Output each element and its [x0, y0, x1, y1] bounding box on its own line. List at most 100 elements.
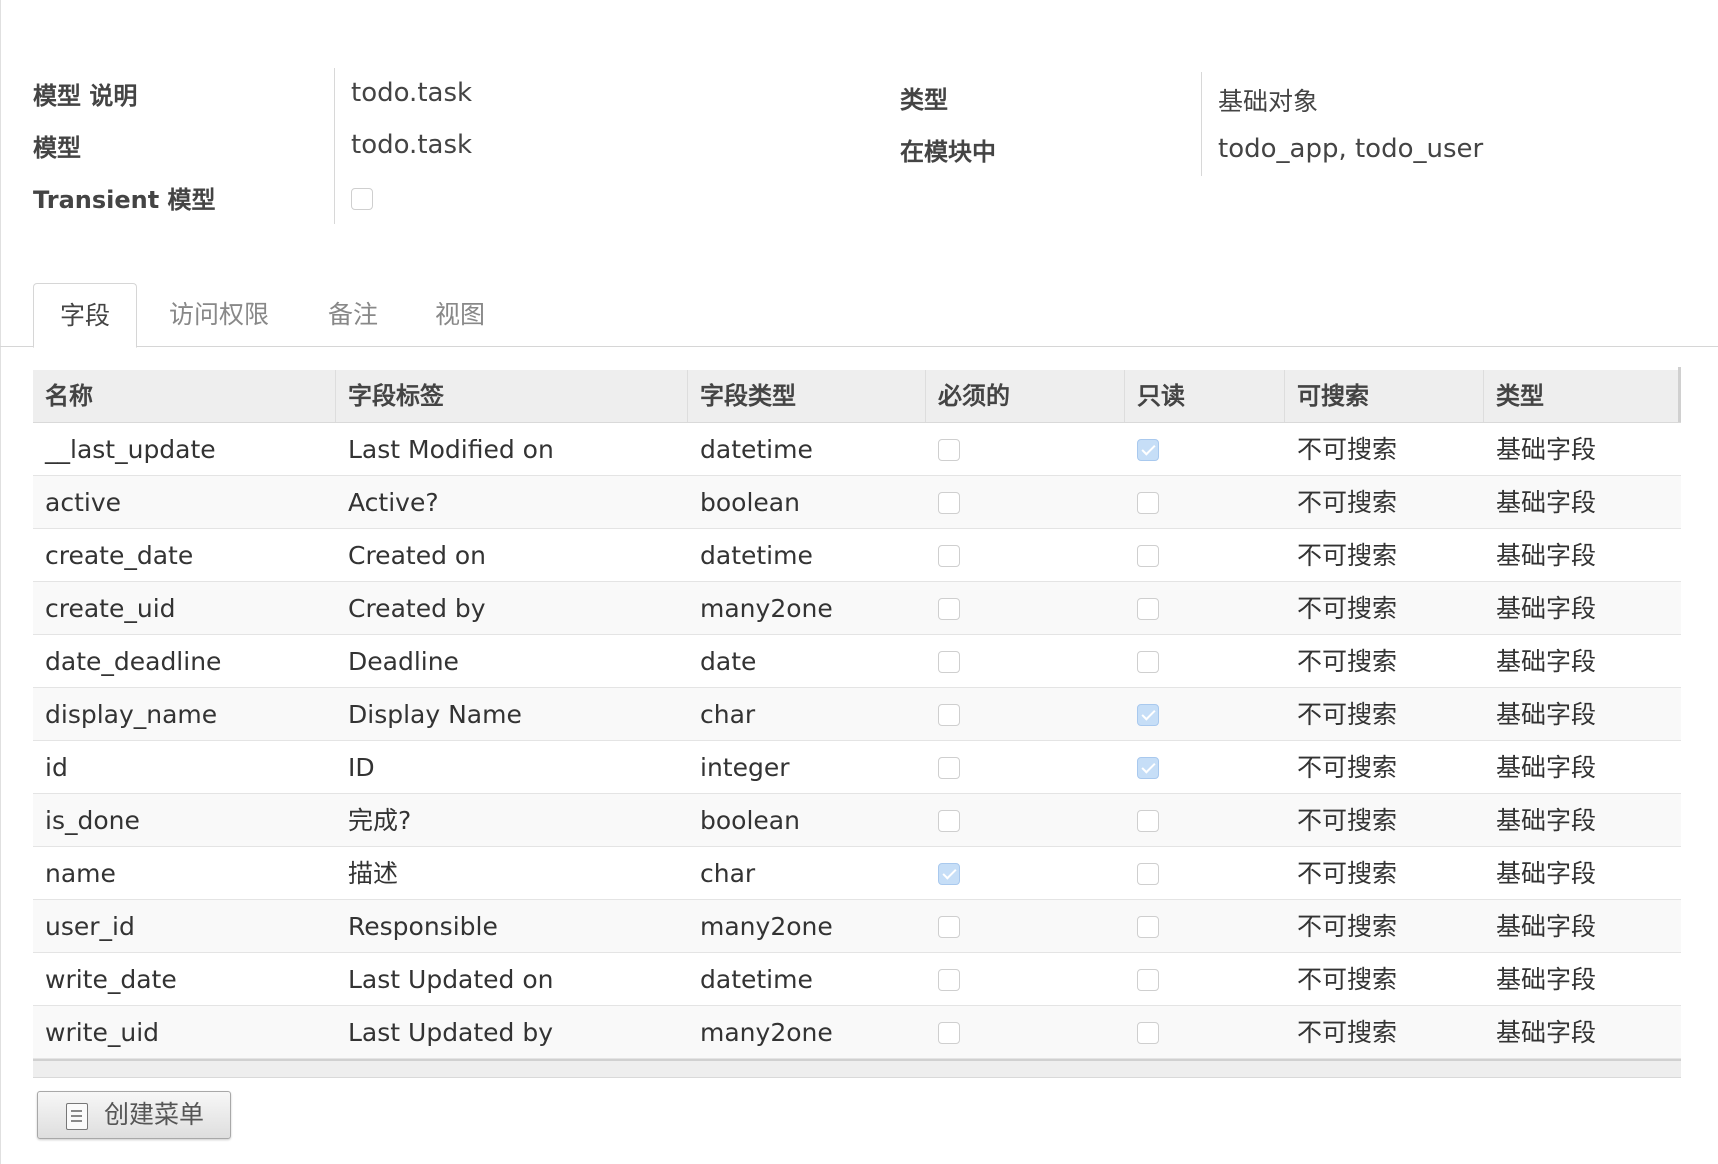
readonly-checkbox[interactable]: [1137, 491, 1159, 514]
cell-label: 描述: [348, 859, 399, 888]
required-checkbox[interactable]: [938, 915, 960, 938]
cell-field-type: integer: [700, 753, 790, 782]
type-label: 类型: [900, 86, 948, 114]
readonly-cell: [1125, 953, 1159, 1006]
cell-label: Last Modified on: [348, 435, 554, 464]
required-checkbox[interactable]: [938, 650, 960, 673]
column-header-name[interactable]: 名称: [33, 370, 335, 422]
cell-searchable: 不可搜索: [1297, 647, 1398, 676]
required-checkbox[interactable]: [938, 544, 960, 567]
cell-searchable: 不可搜索: [1297, 806, 1398, 835]
required-checkbox[interactable]: [938, 703, 960, 726]
required-cell: [926, 900, 960, 953]
tab-fields[interactable]: 字段: [33, 283, 137, 348]
table-row[interactable]: id ID integer 不可搜索 基础字段: [33, 741, 1681, 794]
required-cell: [926, 423, 960, 476]
readonly-checkbox[interactable]: [1137, 544, 1159, 567]
required-checkbox[interactable]: [938, 756, 960, 779]
transient-checkbox[interactable]: [351, 188, 373, 210]
column-header-readonly[interactable]: 只读: [1125, 370, 1284, 422]
table-row[interactable]: create_uid Created by many2one 不可搜索 基础字段: [33, 582, 1681, 635]
cell-kind: 基础字段: [1496, 435, 1597, 464]
readonly-checkbox[interactable]: [1137, 650, 1159, 673]
cell-kind: 基础字段: [1496, 1018, 1597, 1047]
table-body: __last_update Last Modified on datetime 不可搜…: [33, 423, 1681, 1059]
required-cell: [926, 582, 960, 635]
cell-label: ID: [348, 753, 375, 782]
required-checkbox[interactable]: [938, 491, 960, 514]
table-row[interactable]: is_done 完成? boolean 不可搜索 基础字段: [33, 794, 1681, 847]
cell-label: Last Updated by: [348, 1018, 554, 1047]
transient-checkbox-wrap: [351, 188, 373, 210]
header-divider-left: [334, 68, 335, 224]
column-header-kind[interactable]: 类型: [1484, 370, 1681, 422]
table-row[interactable]: write_uid Last Updated by many2one 不可搜索 基础字段: [33, 1006, 1681, 1059]
readonly-checkbox[interactable]: [1137, 968, 1159, 991]
cell-kind: 基础字段: [1496, 806, 1597, 835]
cell-label: Responsible: [348, 912, 498, 941]
column-header-label[interactable]: 字段标签: [336, 370, 687, 422]
required-checkbox[interactable]: [938, 968, 960, 991]
readonly-checkbox[interactable]: [1137, 703, 1159, 726]
column-header-field-type[interactable]: 字段类型: [688, 370, 925, 422]
required-checkbox[interactable]: [938, 438, 960, 461]
readonly-checkbox[interactable]: [1137, 915, 1159, 938]
tab-notes[interactable]: 备注: [315, 283, 391, 347]
readonly-checkbox[interactable]: [1137, 597, 1159, 620]
readonly-checkbox[interactable]: [1137, 1021, 1159, 1044]
cell-kind: 基础字段: [1496, 965, 1597, 994]
column-header-searchable[interactable]: 可搜索: [1285, 370, 1483, 422]
cell-searchable: 不可搜索: [1297, 488, 1398, 517]
cell-name: date_deadline: [45, 647, 222, 676]
in-modules-label: 在模块中: [900, 138, 996, 166]
required-cell: [926, 1006, 960, 1059]
fields-table: 名称 字段标签 字段类型 必须的 只读 可搜索 类型 __last_update…: [33, 367, 1681, 1078]
required-checkbox[interactable]: [938, 1021, 960, 1044]
required-cell: [926, 794, 960, 847]
readonly-cell: [1125, 476, 1159, 529]
cell-label: Created on: [348, 541, 487, 570]
cell-name: active: [45, 488, 121, 517]
create-menu-button[interactable]: 创建菜单: [37, 1091, 231, 1139]
transient-label: Transient 模型: [33, 186, 216, 214]
required-checkbox[interactable]: [938, 597, 960, 620]
cell-name: __last_update: [45, 435, 216, 464]
column-header-required[interactable]: 必须的: [926, 370, 1124, 422]
readonly-cell: [1125, 423, 1159, 476]
cell-field-type: datetime: [700, 965, 813, 994]
readonly-checkbox[interactable]: [1137, 862, 1159, 885]
table-row[interactable]: display_name Display Name char 不可搜索 基础字段: [33, 688, 1681, 741]
tab-access-rights[interactable]: 访问权限: [157, 283, 281, 347]
table-row[interactable]: create_date Created on datetime 不可搜索 基础字段: [33, 529, 1681, 582]
cell-searchable: 不可搜索: [1297, 965, 1398, 994]
cell-label: Created by: [348, 594, 486, 623]
readonly-checkbox[interactable]: [1137, 438, 1159, 461]
cell-kind: 基础字段: [1496, 700, 1597, 729]
readonly-checkbox[interactable]: [1137, 809, 1159, 832]
required-cell: [926, 529, 960, 582]
table-row[interactable]: write_date Last Updated on datetime 不可搜索 基础字…: [33, 953, 1681, 1006]
cell-field-type: char: [700, 859, 756, 888]
cell-label: Display Name: [348, 700, 522, 729]
required-cell: [926, 688, 960, 741]
cell-name: write_date: [45, 965, 177, 994]
table-row[interactable]: name 描述 char 不可搜索 基础字段: [33, 847, 1681, 900]
readonly-cell: [1125, 794, 1159, 847]
cell-searchable: 不可搜索: [1297, 912, 1398, 941]
cell-label: Last Updated on: [348, 965, 554, 994]
table-row[interactable]: active Active? boolean 不可搜索 基础字段: [33, 476, 1681, 529]
required-checkbox[interactable]: [938, 809, 960, 832]
readonly-cell: [1125, 688, 1159, 741]
cell-field-type: many2one: [700, 594, 833, 623]
readonly-cell: [1125, 529, 1159, 582]
cell-field-type: many2one: [700, 1018, 833, 1047]
cell-searchable: 不可搜索: [1297, 700, 1398, 729]
table-row[interactable]: user_id Responsible many2one 不可搜索 基础字段: [33, 900, 1681, 953]
cell-searchable: 不可搜索: [1297, 859, 1398, 888]
tab-views[interactable]: 视图: [422, 283, 498, 347]
required-checkbox[interactable]: [938, 862, 960, 885]
table-row[interactable]: date_deadline Deadline date 不可搜索 基础字段: [33, 635, 1681, 688]
table-row[interactable]: __last_update Last Modified on datetime 不可搜…: [33, 423, 1681, 476]
readonly-checkbox[interactable]: [1137, 756, 1159, 779]
cell-name: user_id: [45, 912, 135, 941]
